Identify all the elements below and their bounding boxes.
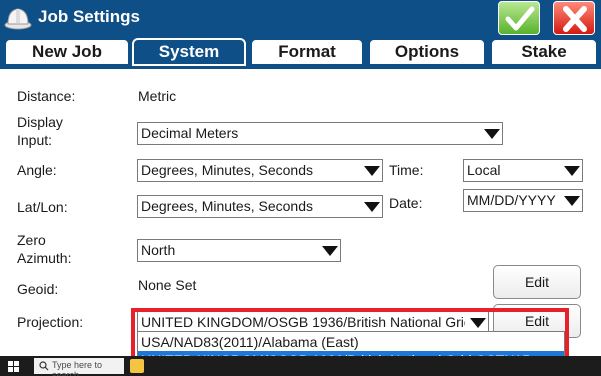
latlon-label: Lat/Lon:	[17, 199, 68, 215]
time-dropdown[interactable]: Local	[463, 159, 583, 182]
distance-label: Distance:	[17, 88, 76, 104]
display-input-dropdown[interactable]: Decimal Meters	[137, 122, 503, 145]
zero-azimuth-label-line2: Azimuth:	[17, 250, 72, 266]
zero-azimuth-value: North	[141, 242, 176, 258]
projection-label: Projection:	[17, 314, 84, 330]
search-icon	[39, 361, 49, 371]
chevron-down-icon	[560, 190, 582, 211]
tab-stake[interactable]: Stake	[490, 38, 598, 66]
checkmark-icon	[505, 6, 535, 31]
windows-start-icon[interactable]	[8, 361, 19, 372]
chevron-down-icon	[480, 123, 502, 144]
display-input-value: Decimal Meters	[141, 125, 239, 141]
chevron-down-icon	[360, 160, 382, 181]
chevron-down-icon	[560, 160, 582, 181]
cancel-button[interactable]	[553, 1, 595, 35]
display-input-label-line1: Display	[17, 114, 63, 130]
zero-azimuth-dropdown[interactable]: North	[137, 239, 341, 262]
close-x-icon	[563, 6, 587, 32]
date-label: Date:	[389, 195, 423, 211]
chevron-down-icon	[360, 196, 382, 217]
content-divider	[0, 68, 601, 69]
time-value: Local	[467, 162, 501, 178]
angle-dropdown[interactable]: Degrees, Minutes, Seconds	[137, 159, 383, 182]
chevron-down-icon	[318, 240, 340, 261]
geoid-value: None Set	[138, 277, 197, 293]
tab-new-job[interactable]: New Job	[4, 38, 130, 66]
tab-system[interactable]: System	[132, 38, 246, 66]
time-label: Time:	[389, 162, 424, 178]
angle-label: Angle:	[17, 162, 57, 178]
geoid-label: Geoid:	[17, 281, 59, 297]
date-dropdown[interactable]: MM/DD/YYYY	[463, 189, 583, 212]
tab-options[interactable]: Options	[368, 38, 486, 66]
tab-format[interactable]: Format	[250, 38, 364, 66]
distance-value: Metric	[138, 88, 177, 104]
angle-value: Degrees, Minutes, Seconds	[141, 162, 313, 178]
tab-strip: New Job System Format Options Stake	[0, 36, 601, 68]
taskbar-app-icon[interactable]	[130, 359, 144, 373]
date-value: MM/DD/YYYY	[467, 192, 556, 208]
hard-hat-icon	[4, 8, 32, 30]
taskbar: Type here to search	[0, 356, 601, 376]
geoid-edit-button[interactable]: Edit	[493, 265, 581, 299]
taskbar-search-box[interactable]: Type here to search	[34, 358, 124, 376]
taskbar-search-placeholder: Type here to search	[52, 360, 103, 376]
latlon-value: Degrees, Minutes, Seconds	[141, 198, 313, 214]
title-bar: Job Settings	[0, 0, 601, 36]
display-input-label-line2: Input:	[17, 132, 53, 148]
latlon-dropdown[interactable]: Degrees, Minutes, Seconds	[137, 195, 383, 218]
zero-azimuth-label-line1: Zero	[17, 232, 46, 248]
window-title: Job Settings	[38, 7, 141, 26]
ok-button[interactable]	[498, 1, 540, 35]
